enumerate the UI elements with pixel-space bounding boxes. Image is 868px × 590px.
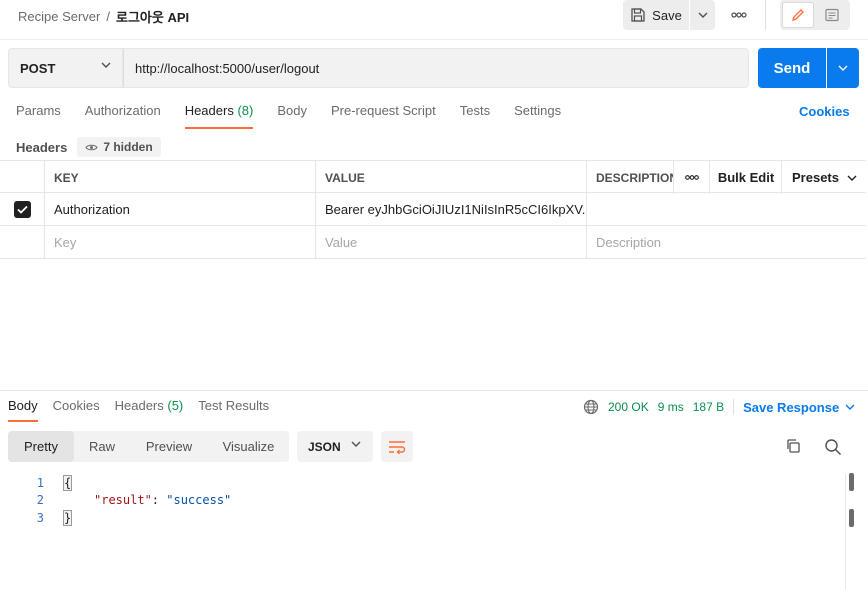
wrap-lines-icon [389, 440, 406, 454]
column-description: DESCRIPTION [586, 161, 674, 194]
save-icon [631, 8, 645, 22]
header-key-input[interactable]: Authorization [44, 193, 316, 226]
open-brace: { [62, 475, 73, 491]
response-tabs: Body Cookies Headers (5) Test Results [8, 398, 269, 422]
new-value-input[interactable]: Value [315, 226, 587, 259]
save-response-button[interactable]: Save Response [743, 400, 855, 415]
view-preview-button[interactable]: Preview [130, 431, 208, 462]
breadcrumb-collection[interactable]: Recipe Server [18, 9, 100, 24]
line-number: 2 [36, 493, 44, 507]
toolbar-divider [765, 0, 766, 30]
response-divider[interactable] [0, 390, 868, 391]
headers-count: (8) [237, 103, 254, 118]
wrap-lines-button[interactable] [381, 431, 413, 462]
search-icon[interactable] [824, 438, 842, 456]
send-options-button[interactable] [827, 48, 859, 88]
response-tab-test-results[interactable]: Test Results [198, 398, 269, 422]
document-icon [825, 8, 839, 22]
more-options-button[interactable] [724, 7, 754, 23]
eye-icon [85, 144, 98, 150]
chevron-down-icon [847, 175, 857, 181]
save-button[interactable]: Save [623, 0, 689, 30]
chevron-down-icon [845, 404, 855, 410]
more-icon [685, 175, 699, 180]
response-status-bar: 200 OK 9 ms 187 B Save Response [583, 398, 855, 416]
format-select[interactable]: JSON [297, 431, 373, 462]
tab-pre-request-script[interactable]: Pre-request Script [331, 103, 436, 129]
pencil-icon [791, 9, 804, 22]
code-line: 2 "result": "success" [0, 491, 845, 509]
breadcrumb-request[interactable]: 로그아웃 API [116, 7, 189, 26]
chevron-down-icon [698, 12, 707, 18]
table-row: Authorization Bearer eyJhbGciOiJIUzI1NiI… [0, 193, 866, 226]
code-line: 1 { [0, 474, 845, 492]
header-checkbox-column [0, 161, 45, 194]
copy-icon[interactable] [785, 438, 801, 454]
header-value-input[interactable]: Bearer eyJhbGciOiJIUzI1NiIsInR5cCI6IkpXV… [315, 193, 587, 226]
headers-section-label: Headers [16, 139, 68, 155]
tab-body[interactable]: Body [277, 103, 307, 129]
chevron-down-icon [351, 441, 361, 447]
json-colon: : [151, 493, 167, 507]
column-key: KEY [44, 161, 316, 194]
row-checkbox-cell [0, 193, 45, 226]
chevron-down-icon [101, 62, 111, 68]
hidden-headers-toggle[interactable]: 7 hidden [77, 137, 161, 157]
table-header: KEY VALUE DESCRIPTION Bulk Edit Presets [0, 160, 866, 194]
header-description-input[interactable] [586, 193, 866, 226]
documentation-mode-button[interactable] [816, 2, 848, 28]
more-icon [731, 12, 747, 18]
code-line: 3 } [0, 509, 845, 527]
bulk-edit-button[interactable]: Bulk Edit [709, 161, 782, 194]
response-time[interactable]: 9 ms [658, 400, 684, 414]
editor-scroll-track [845, 474, 846, 590]
url-input[interactable]: http://localhost:5000/user/logout [123, 48, 749, 88]
response-tab-cookies[interactable]: Cookies [53, 398, 100, 422]
tab-params[interactable]: Params [16, 103, 61, 129]
save-options-button[interactable] [690, 0, 715, 30]
status-divider [733, 399, 735, 415]
column-value: VALUE [315, 161, 587, 194]
tab-tests[interactable]: Tests [460, 103, 490, 129]
view-mode-segmented: Pretty Raw Preview Visualize [8, 431, 289, 462]
tab-authorization[interactable]: Authorization [85, 103, 161, 129]
view-raw-button[interactable]: Raw [74, 431, 130, 462]
row-enabled-checkbox[interactable] [14, 201, 31, 218]
method-label: POST [20, 60, 56, 76]
line-number: 1 [36, 476, 44, 490]
json-value: "success" [166, 493, 232, 507]
edit-mode-button[interactable] [782, 2, 814, 28]
method-select[interactable]: POST [8, 48, 123, 88]
send-button[interactable]: Send [758, 48, 826, 88]
scroll-marker[interactable] [849, 509, 854, 527]
status-code[interactable]: 200 OK [608, 400, 649, 414]
headers-subheader: Headers 7 hidden [16, 137, 161, 157]
scroll-marker[interactable] [849, 473, 854, 491]
cookies-link[interactable]: Cookies [799, 104, 850, 119]
tab-headers[interactable]: Headers (8) [184, 103, 254, 129]
table-options-button[interactable] [673, 161, 710, 194]
close-brace: } [62, 510, 73, 526]
top-bar: Recipe Server / 로그아웃 API Save [0, 0, 868, 40]
view-visualize-button[interactable]: Visualize [208, 431, 289, 462]
new-description-input[interactable]: Description [586, 226, 866, 259]
table-row-new: Key Value Description [0, 226, 866, 259]
view-pretty-button[interactable]: Pretty [8, 431, 74, 462]
globe-icon[interactable] [583, 399, 599, 415]
chevron-down-icon [838, 65, 848, 71]
response-tab-headers[interactable]: Headers (5) [115, 398, 184, 422]
presets-dropdown[interactable]: Presets [781, 161, 866, 194]
breadcrumb: Recipe Server / 로그아웃 API [18, 7, 189, 26]
json-key: "result" [94, 493, 152, 507]
breadcrumb-separator: / [106, 9, 110, 24]
response-size[interactable]: 187 B [693, 400, 724, 414]
request-tabs: Params Authorization Headers (8) Body Pr… [16, 103, 561, 129]
check-icon [17, 205, 28, 214]
new-key-input[interactable]: Key [44, 226, 316, 259]
row-checkbox-cell [0, 226, 45, 259]
save-label: Save [652, 7, 682, 23]
tab-settings[interactable]: Settings [514, 103, 561, 129]
line-number: 3 [36, 511, 44, 525]
response-tab-body[interactable]: Body [8, 398, 38, 422]
